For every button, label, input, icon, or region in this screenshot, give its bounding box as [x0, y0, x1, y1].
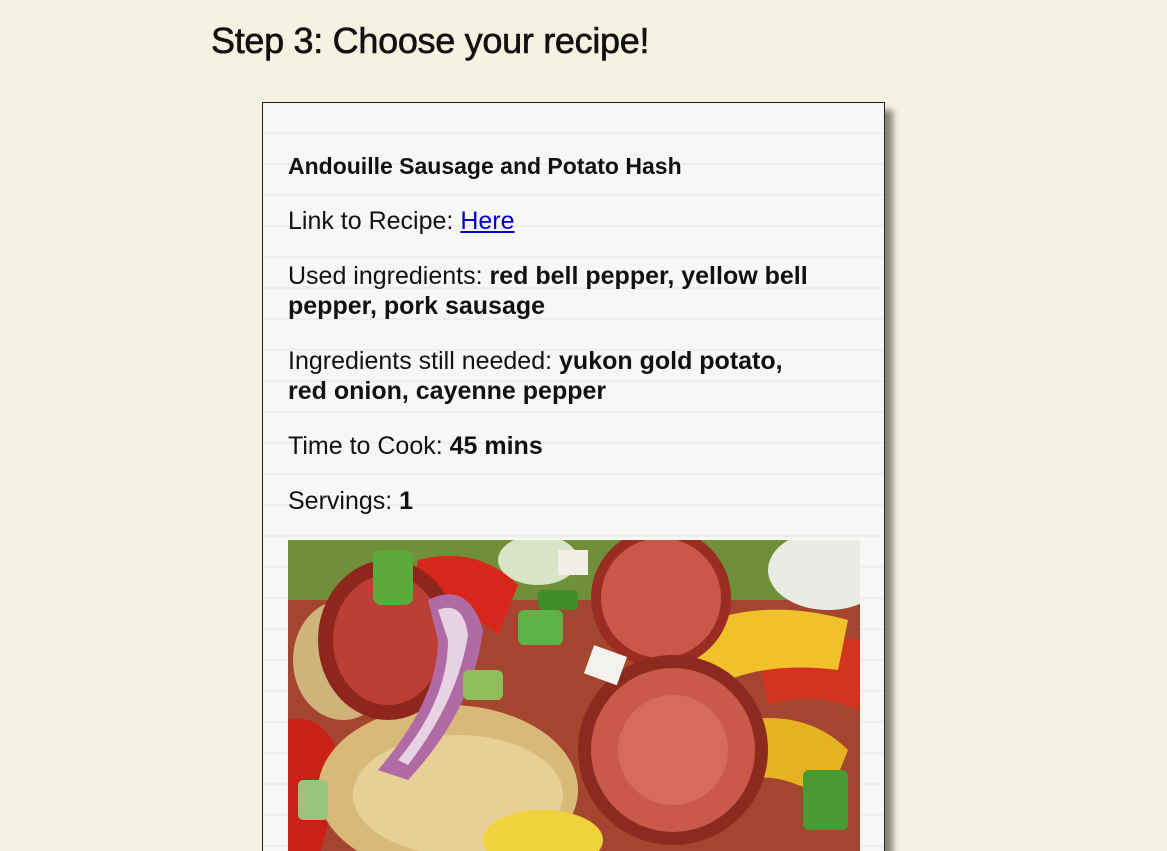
page: Step 3: Choose your recipe! Andouille Sa… [0, 0, 1167, 851]
used-ingredients-label: Used ingredients: [288, 262, 490, 290]
used-ingredients-row: Used ingredients: red bell pepper, yello… [288, 261, 828, 321]
servings-value: 1 [399, 487, 414, 515]
recipe-photo [288, 540, 860, 851]
servings-label: Servings: [288, 487, 400, 515]
recipe-card[interactable]: Andouille Sausage and Potato Hash Link t… [262, 102, 885, 851]
cook-time-value: 45 mins [449, 432, 543, 460]
recipe-link-label: Link to Recipe: [288, 207, 461, 235]
needed-ingredients-row: Ingredients still needed: yukon gold pot… [288, 346, 828, 406]
cook-time-label: Time to Cook: [288, 432, 450, 460]
needed-ingredients-label: Ingredients still needed: [288, 347, 560, 375]
cook-time-row: Time to Cook: 45 mins [288, 431, 828, 461]
recipe-link-row: Link to Recipe: Here [288, 206, 828, 236]
recipe-title: Andouille Sausage and Potato Hash [288, 153, 682, 179]
servings-row: Servings: 1 [288, 486, 828, 516]
step-heading: Step 3: Choose your recipe! [211, 20, 650, 62]
recipe-link[interactable]: Here [460, 207, 514, 235]
